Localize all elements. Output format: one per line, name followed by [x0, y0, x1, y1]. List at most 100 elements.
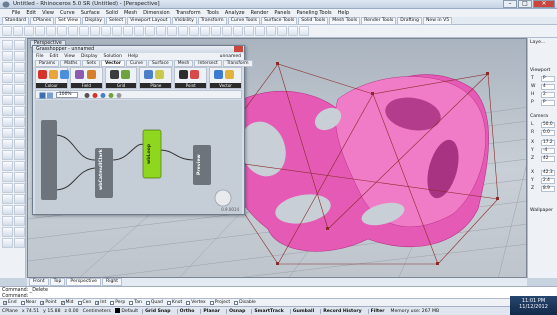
menu-curve[interactable]: Curve — [60, 10, 75, 16]
properties-icon[interactable] — [277, 26, 287, 36]
view-tab-top[interactable]: Top — [49, 278, 66, 286]
view-tab-front[interactable]: Front — [29, 278, 49, 286]
menu-file[interactable]: File — [12, 10, 20, 16]
viewport-height-field[interactable]: 2 — [541, 92, 555, 98]
scale-icon[interactable] — [14, 194, 25, 204]
pane-ortho[interactable]: Ortho — [176, 308, 197, 314]
gh-group-colour[interactable]: Colour — [35, 67, 69, 89]
gh-menu-file[interactable]: File — [36, 54, 44, 59]
print-icon[interactable] — [35, 26, 45, 36]
cut-icon[interactable] — [46, 26, 56, 36]
tab-drafting[interactable]: Drafting — [397, 16, 422, 25]
gh-menu-edit[interactable]: Edit — [50, 54, 59, 59]
camera-x-field[interactable]: 17.2 — [541, 140, 555, 146]
status-layer[interactable]: Default — [114, 308, 138, 314]
colour-swatch-icon[interactable] — [49, 70, 58, 79]
tab-curve-tools[interactable]: Curve Tools — [227, 16, 260, 25]
osnap-point[interactable]: ✓ Point — [40, 300, 57, 305]
gh-tab-sets[interactable]: Sets — [82, 60, 100, 67]
system-clock[interactable]: 11:01 PM 11/12/2012 — [510, 296, 557, 315]
rendered-icon[interactable] — [222, 26, 232, 36]
menu-solid[interactable]: Solid — [106, 10, 118, 16]
tab-display[interactable]: Display — [82, 16, 105, 25]
menu-view[interactable]: View — [42, 10, 54, 16]
field-line-icon[interactable] — [86, 70, 96, 79]
mirror-icon[interactable] — [2, 205, 13, 215]
status-units[interactable]: Centimeters — [83, 309, 111, 314]
hatch-icon[interactable] — [2, 238, 13, 248]
plane-normal-icon[interactable] — [155, 70, 165, 79]
options-icon[interactable] — [288, 26, 298, 36]
grasshopper-close-button[interactable] — [234, 46, 243, 52]
gh-zoom-field[interactable]: 100% — [56, 92, 78, 98]
menu-analyze[interactable]: Analyze — [225, 10, 245, 16]
gh-tab-intersect[interactable]: Intersect — [194, 60, 222, 67]
field-icon[interactable] — [74, 70, 84, 79]
osnap-vertex[interactable]: Vertex — [186, 300, 206, 305]
gh-tab-surface[interactable]: Surface — [147, 60, 173, 67]
new-file-icon[interactable] — [2, 26, 12, 36]
subdivision-mesh[interactable] — [223, 74, 489, 252]
rotation-field[interactable]: 0.0 — [541, 130, 555, 136]
target-z-field[interactable]: 8.9 — [541, 186, 555, 192]
copy-icon[interactable] — [57, 26, 67, 36]
viewport-width-field[interactable]: 4 — [541, 84, 555, 90]
select-icon[interactable] — [233, 26, 243, 36]
osnap-disable[interactable]: Disable — [234, 300, 256, 305]
four-views-icon[interactable] — [178, 26, 188, 36]
render-icon[interactable] — [14, 227, 25, 237]
osnap-quad[interactable]: Quad — [145, 300, 163, 305]
shaded-icon[interactable] — [211, 26, 221, 36]
pane-grid-snap[interactable]: Grid Snap — [142, 308, 172, 314]
menu-mesh[interactable]: Mesh — [124, 10, 137, 16]
camera-z-field[interactable]: 42 — [541, 156, 555, 162]
extrude-icon[interactable] — [14, 106, 25, 116]
osnap-cen[interactable]: Cen — [77, 300, 91, 305]
polyline-icon[interactable] — [14, 51, 25, 61]
menu-help[interactable]: Help — [338, 10, 349, 16]
mesh-icon[interactable] — [2, 150, 13, 160]
gh-preview-mode-icons[interactable] — [84, 92, 124, 99]
lock-icon[interactable] — [255, 26, 265, 36]
ellipse-icon[interactable] — [14, 73, 25, 83]
arc-icon[interactable] — [14, 62, 25, 72]
box-icon[interactable] — [2, 128, 13, 138]
menu-panels[interactable]: Panels — [274, 10, 290, 16]
layer-icon[interactable] — [266, 26, 276, 36]
trim-icon[interactable] — [2, 172, 13, 182]
tab-viewport-layout[interactable]: Viewport Layout — [127, 16, 171, 25]
zoom-window-icon[interactable] — [134, 26, 144, 36]
gh-menu-solution[interactable]: Solution — [104, 54, 122, 59]
minimize-button[interactable]: – — [503, 0, 517, 8]
zoom-icon[interactable] — [123, 26, 133, 36]
view-tab-perspective[interactable]: Perspective — [66, 278, 101, 286]
hex-grid-icon[interactable] — [120, 70, 130, 79]
gh-group-vector[interactable]: Vector — [209, 67, 242, 89]
hide-icon[interactable] — [244, 26, 254, 36]
point-icon[interactable] — [14, 40, 25, 50]
gh-group-field[interactable]: Field — [69, 67, 103, 89]
gh-document-name[interactable]: unnamed — [220, 54, 244, 59]
close-button[interactable]: ✕ — [533, 0, 555, 8]
colour-icon[interactable] — [38, 70, 47, 79]
vector-xyz-icon[interactable] — [225, 70, 235, 79]
tab-render-tools[interactable]: Render Tools — [361, 16, 397, 25]
rotate-icon[interactable] — [2, 194, 13, 204]
tab-new-in-v5[interactable]: New in V5 — [422, 16, 453, 25]
sweep-icon[interactable] — [14, 117, 25, 127]
gh-save-icon[interactable] — [39, 92, 53, 99]
tab-solid-tools[interactable]: Solid Tools — [298, 16, 329, 25]
colour-rgb-icon[interactable] — [60, 70, 69, 79]
gh-tab-curve[interactable]: Curve — [126, 60, 147, 67]
maximize-button[interactable]: □ — [518, 0, 532, 8]
cplane-icon[interactable] — [189, 26, 199, 36]
fillet-icon[interactable] — [2, 95, 13, 105]
pane-planar[interactable]: Planar — [200, 308, 222, 314]
loft-icon[interactable] — [2, 117, 13, 127]
cylinder-icon[interactable] — [2, 139, 13, 149]
paste-icon[interactable] — [68, 26, 78, 36]
pane-filter[interactable]: Filter — [367, 308, 387, 314]
osnap-end[interactable]: ✓ End — [3, 300, 17, 305]
gh-group-grid[interactable]: Grid — [104, 67, 138, 89]
camera-y-field[interactable]: -4 — [541, 148, 555, 154]
